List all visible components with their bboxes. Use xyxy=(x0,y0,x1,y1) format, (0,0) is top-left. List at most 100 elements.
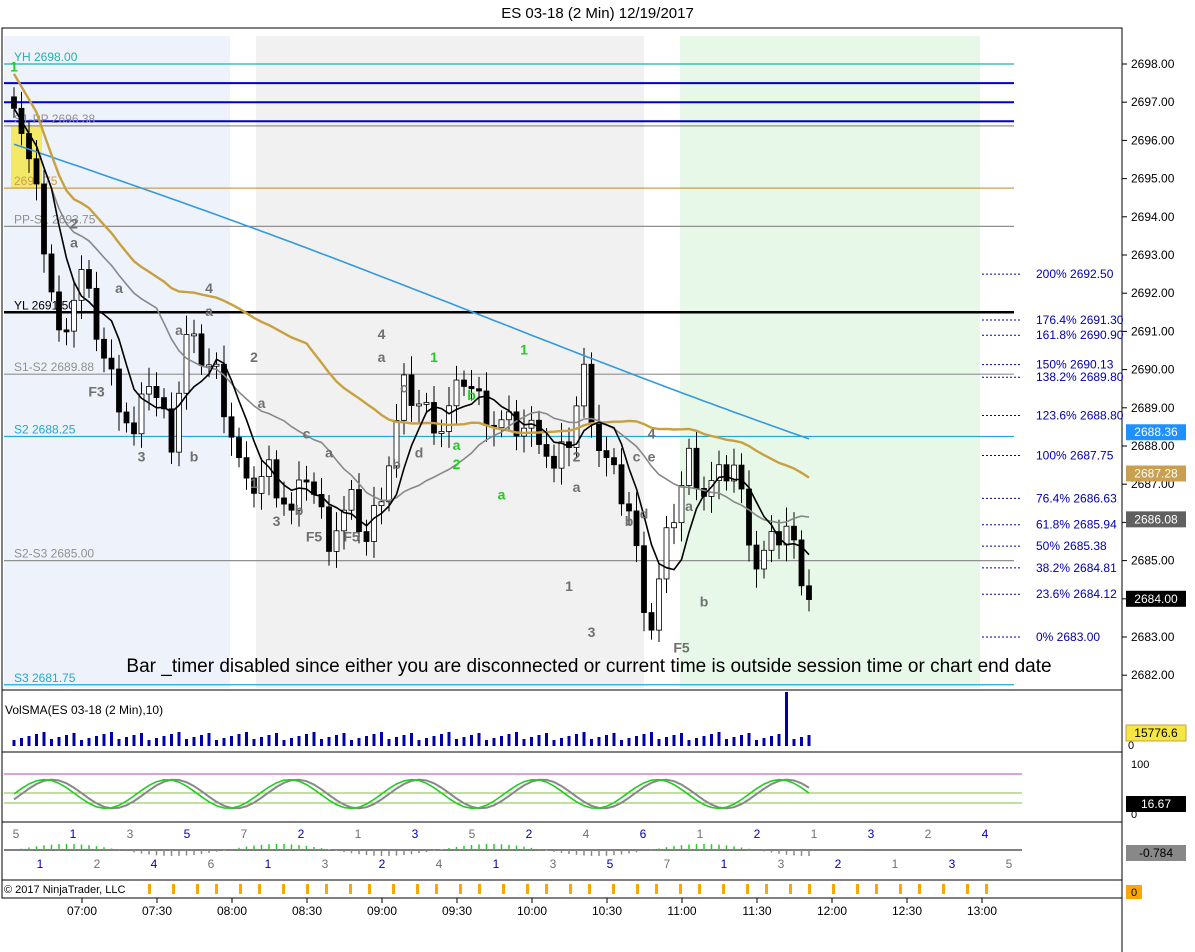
candle-body xyxy=(93,287,100,340)
volume-bar xyxy=(732,737,736,746)
wave-label: b xyxy=(295,502,304,518)
volume-bar xyxy=(275,733,278,746)
pivot-level-label: YH 2698.00 xyxy=(14,50,78,64)
time-axis-tick-label: 11:30 xyxy=(742,904,771,918)
candle-body xyxy=(281,497,287,505)
price-axis-tick-label: 2691.00 xyxy=(1131,324,1175,338)
session-marker xyxy=(918,884,921,894)
wave-count-bottom-label: 1 xyxy=(493,857,500,871)
pivot-level-label: S2-S3 2685.00 xyxy=(14,547,94,561)
volume-bar xyxy=(485,740,488,746)
pivot-level-label: YL 2691.50 xyxy=(14,298,75,312)
wave-count-top-label: 4 xyxy=(583,827,590,841)
volume-bar xyxy=(117,739,121,746)
wave-count-bottom-label: 5 xyxy=(607,857,614,871)
candle-body xyxy=(551,455,557,469)
candle-body xyxy=(768,531,775,551)
candle-body xyxy=(423,402,430,405)
wave-label: 1 xyxy=(520,341,528,357)
volume-bar xyxy=(800,737,803,746)
volume-bar xyxy=(87,738,91,746)
chart-canvas[interactable]: YH 2698.00S1-PP 2696.382694.75PP-S1 2693… xyxy=(0,0,1195,952)
session-marker xyxy=(368,884,371,894)
wave-count-bottom-label: 2 xyxy=(835,857,842,871)
candle-body xyxy=(408,374,415,406)
volume-bar xyxy=(575,734,578,746)
candle-body xyxy=(678,485,685,524)
session-marker xyxy=(172,884,175,894)
volume-bar xyxy=(515,732,518,746)
volume-bar xyxy=(477,733,481,746)
volume-bar xyxy=(530,737,533,746)
wave-count-top-label: 3 xyxy=(127,827,134,841)
wave-label: e xyxy=(648,448,656,464)
time-axis-tick-label: 13:00 xyxy=(967,904,997,918)
fib-level-label: 100% 2687.75 xyxy=(1036,449,1114,463)
volume-bar xyxy=(567,736,571,746)
candle-body xyxy=(236,436,242,459)
volume-bar xyxy=(357,738,361,746)
wave-label: 1 xyxy=(10,59,18,75)
volume-bar xyxy=(635,736,638,746)
session-marker xyxy=(722,884,725,894)
wave-count-bottom-label: 3 xyxy=(778,857,785,871)
volume-bar xyxy=(200,735,203,746)
session-shade-3 xyxy=(680,36,980,688)
session-shade-2 xyxy=(256,36,644,688)
candle-body xyxy=(243,457,250,479)
volume-bar xyxy=(102,734,106,746)
price-axis-tick-label: 2694.00 xyxy=(1131,210,1175,224)
volume-bar xyxy=(642,734,646,746)
wave-label: b xyxy=(392,456,401,472)
volume-bar xyxy=(462,737,466,746)
wave-count-bottom-label: 3 xyxy=(949,857,956,871)
fib-level-label: 76.4% 2686.63 xyxy=(1036,491,1117,505)
volume-bar xyxy=(770,736,773,746)
time-axis-tick-label: 09:30 xyxy=(442,904,472,918)
candle-body xyxy=(131,422,137,435)
volume-bar xyxy=(710,734,713,746)
wave-label: 4 xyxy=(378,326,386,342)
session-marker xyxy=(679,884,682,894)
candle-body xyxy=(596,423,602,451)
wave-label: 3 xyxy=(138,448,146,464)
price-axis-tick-label: 2688.00 xyxy=(1131,439,1175,453)
candle-body xyxy=(333,530,340,552)
wave-label: 2 xyxy=(573,448,581,464)
session-marker xyxy=(636,884,639,894)
session-marker xyxy=(459,884,462,894)
candle-body xyxy=(153,386,160,399)
volume-bar xyxy=(95,736,98,746)
wave-label: a xyxy=(258,395,266,411)
time-axis-tick-label: 10:30 xyxy=(592,904,622,918)
wave-label: 2 xyxy=(250,349,258,365)
candle-body xyxy=(498,419,505,429)
time-axis-tick-label: 07:30 xyxy=(142,904,172,918)
volume-bar xyxy=(312,732,316,746)
session-marker xyxy=(832,884,835,894)
wave-count-value-label: -0.784 xyxy=(1139,846,1173,860)
session-marker xyxy=(502,884,505,894)
volume-bar xyxy=(27,736,31,746)
volume-bar xyxy=(500,736,503,746)
volume-bar xyxy=(125,737,128,746)
volume-panel-label: VolSMA(ES 03-18 (2 Min),10) xyxy=(5,703,163,717)
volume-bar xyxy=(297,736,301,746)
wave-label: b xyxy=(700,593,709,609)
volume-bar xyxy=(140,733,143,746)
time-axis-tick-label: 08:30 xyxy=(292,904,322,918)
volume-bar xyxy=(80,740,83,746)
wave-count-bottom-label: 7 xyxy=(664,857,671,871)
time-axis-tick-label: 10:00 xyxy=(517,904,547,918)
candle-body xyxy=(191,333,197,337)
volume-bar xyxy=(335,735,338,746)
candle-body xyxy=(48,253,55,293)
candle-body xyxy=(738,464,745,490)
candle-body xyxy=(123,411,130,424)
session-marker xyxy=(569,884,572,894)
copyright-label: © 2017 NinjaTrader, LLC xyxy=(4,884,125,896)
volume-bar xyxy=(440,734,443,746)
volume-bar xyxy=(470,735,473,746)
wave-label: 3 xyxy=(273,513,281,529)
session-marker xyxy=(239,884,242,894)
